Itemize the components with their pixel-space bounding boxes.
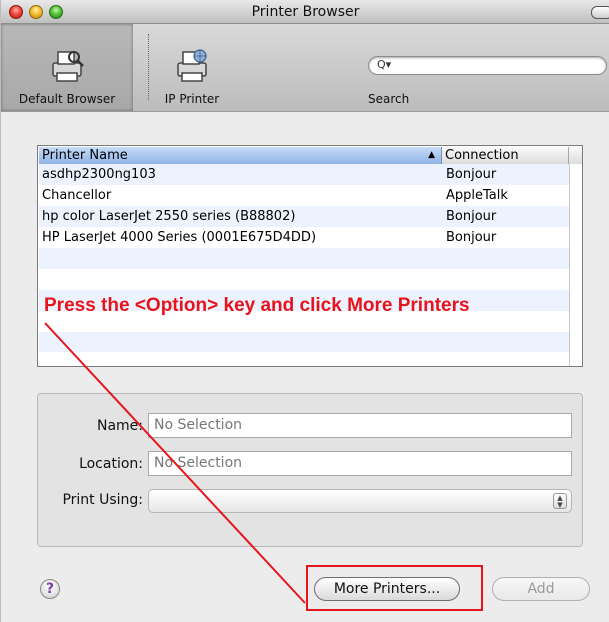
table-row[interactable]: HP LaserJet 4000 Series (0001E675D4DD) B… — [39, 227, 571, 248]
network-printer-icon — [177, 49, 207, 82]
printer-icon — [52, 51, 84, 82]
toolbar: Default Browser IP Printer Q▾ Search — [1, 24, 609, 112]
search-input[interactable]: Q▾ — [368, 56, 607, 75]
printer-name-cell: hp color LaserJet 2550 series (B88802) — [42, 209, 296, 224]
printer-name-cell: Chancellor — [42, 188, 112, 203]
popup-arrows-icon: ▲ ▼ — [553, 493, 567, 509]
sort-ascending-icon: ▲ — [428, 150, 435, 160]
name-field[interactable]: No Selection — [148, 413, 572, 438]
highlight-box — [306, 565, 483, 611]
connection-cell: Bonjour — [446, 167, 497, 182]
connection-cell: Bonjour — [446, 230, 497, 245]
toolbar-default-browser[interactable]: Default Browser — [1, 24, 133, 111]
table-scrollbar[interactable] — [569, 164, 582, 366]
print-using-label: Print Using: — [62, 492, 143, 508]
table-row[interactable]: hp color LaserJet 2550 series (B88802) B… — [39, 206, 571, 227]
toolbar-toggle-button[interactable] — [591, 6, 609, 19]
empty-row — [39, 269, 571, 290]
toolbar-separator — [148, 34, 149, 100]
printer-name-cell: asdhp2300ng103 — [42, 167, 156, 182]
search-label: Search — [368, 92, 410, 106]
title-bar[interactable]: Printer Browser — [1, 0, 609, 24]
name-label: Name: — [96, 418, 143, 434]
table-row[interactable]: Chancellor AppleTalk — [39, 185, 571, 206]
print-using-select[interactable]: ▲ ▼ — [148, 489, 572, 513]
column-header-printer-name-label: Printer Name — [42, 148, 128, 163]
printer-list-table[interactable]: Printer Name ▲ Connection asdhp2300ng103… — [37, 145, 583, 367]
connection-cell: Bonjour — [446, 209, 497, 224]
empty-row — [39, 248, 571, 269]
search-icon[interactable]: Q▾ — [377, 58, 391, 71]
location-field[interactable]: No Selection — [148, 451, 572, 476]
toolbar-default-browser-label: Default Browser — [18, 92, 116, 106]
toolbar-ip-printer[interactable]: IP Printer — [157, 24, 227, 111]
printer-browser-window: Printer Browser Default Browser IP Print… — [0, 0, 609, 622]
help-button[interactable]: ? — [40, 579, 60, 599]
printer-name-cell: HP LaserJet 4000 Series (0001E675D4DD) — [42, 230, 317, 245]
location-label: Location: — [79, 456, 143, 472]
window-title: Printer Browser — [251, 4, 360, 20]
instruction-annotation: Press the <Option> key and click More Pr… — [44, 295, 470, 316]
toolbar-ip-printer-label: IP Printer — [164, 92, 220, 106]
column-header-printer-name[interactable]: Printer Name ▲ — [39, 147, 442, 164]
connection-cell: AppleTalk — [446, 188, 508, 203]
empty-row — [39, 332, 571, 352]
column-header-connection[interactable]: Connection — [442, 147, 569, 164]
column-header-filler — [569, 147, 582, 164]
add-button[interactable]: Add — [492, 577, 590, 601]
table-row[interactable]: asdhp2300ng103 Bonjour — [39, 164, 571, 185]
